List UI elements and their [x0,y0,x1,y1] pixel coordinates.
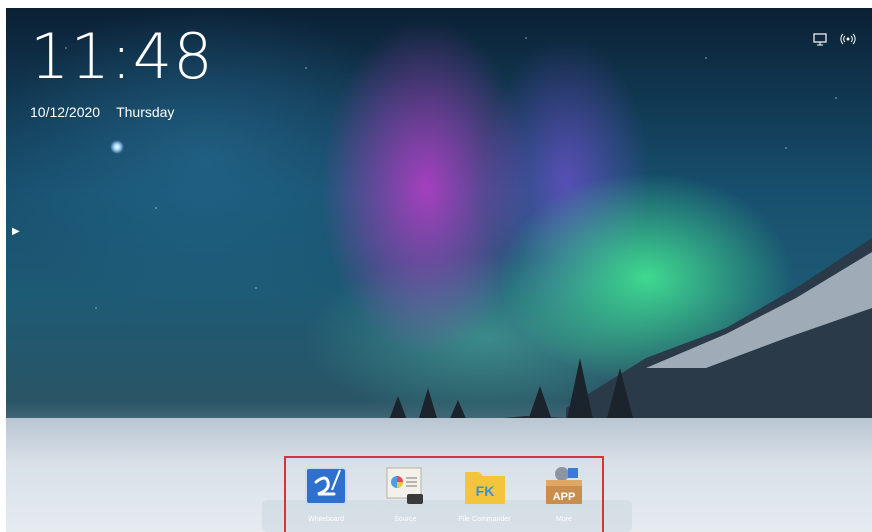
side-panel-arrow-icon[interactable]: ▶ [12,226,20,237]
date-text: 10/12/2020 [30,104,101,120]
app-whiteboard[interactable]: Whiteboard [290,460,362,532]
weekday-text: Thursday [116,104,175,120]
app-file-commander[interactable]: FK File Commander [449,460,521,532]
home-screen: 11:48 10/12/2020 Thursday ▶ [6,8,872,532]
app-source[interactable]: Source [369,460,441,532]
app-box-icon: APP [538,460,590,512]
app-label-more: More [556,516,572,523]
monitor-icon[interactable] [812,32,828,46]
app-label-source: Source [394,516,417,523]
app-dock: Whiteboard Source FK File Commander APP … [290,460,600,532]
file-commander-icon: FK [459,460,511,512]
app-label-whiteboard: Whiteboard [308,516,344,523]
wireless-icon[interactable] [840,32,856,46]
status-bar [812,32,856,46]
svg-text:FK: FK [475,483,494,499]
clock-time: 11:48 [30,20,214,93]
source-icon [379,460,431,512]
svg-text:APP: APP [553,491,576,503]
date-row: 10/12/2020 Thursday [30,104,174,120]
whiteboard-icon [300,460,352,512]
app-label-file-commander: File Commander [458,516,511,523]
app-more[interactable]: APP More [528,460,600,532]
